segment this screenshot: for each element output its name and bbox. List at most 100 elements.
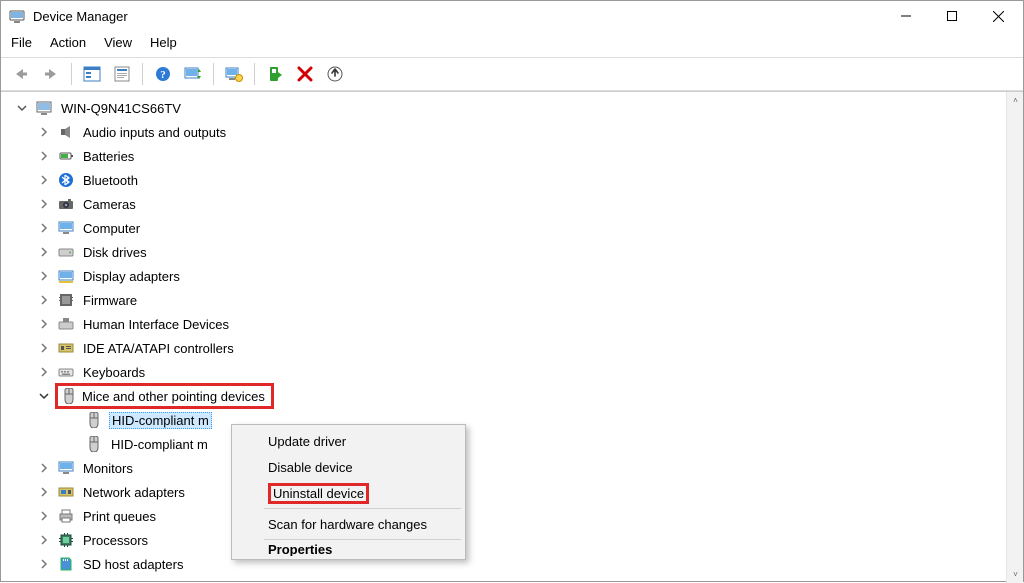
expand-icon[interactable] [37,247,51,257]
toolbar: ? [1,57,1023,91]
showhide-console-tree-button[interactable] [78,61,106,87]
ctx-uninstall-device[interactable]: Uninstall device [234,480,463,506]
printer-icon [57,507,75,525]
ctx-item-label: Uninstall device [268,483,369,504]
menu-view[interactable]: View [104,35,132,51]
enable-device-button[interactable] [261,61,289,87]
expand-icon[interactable] [37,271,51,281]
tree-root-label: WIN-Q9N41CS66TV [59,101,183,116]
battery-icon [57,147,75,165]
tree-category-label: Computer [81,221,142,236]
tree-category[interactable]: Display adapters [7,264,1023,288]
tree-category-label: SD host adapters [81,557,185,572]
tree-category[interactable]: IDE ATA/ATAPI controllers [7,336,1023,360]
forward-button[interactable] [37,61,65,87]
tree-category[interactable]: Processors [7,528,1023,552]
toolbar-divider [254,63,255,85]
tree-category[interactable]: Keyboards [7,360,1023,384]
ctx-update-driver[interactable]: Update driver [234,428,463,454]
menu-bar: File Action View Help [1,31,1023,57]
tree-device-label: HID-compliant m [109,412,212,429]
expand-icon[interactable] [37,151,51,161]
context-menu-separator [264,508,461,509]
ctx-item-label: Scan for hardware changes [268,517,427,532]
ctx-disable-device[interactable]: Disable device [234,454,463,480]
tree-category[interactable]: Monitors [7,456,1023,480]
tree-category[interactable]: Mice and other pointing devices [7,384,1023,408]
update-display-button[interactable] [220,61,248,87]
expand-icon[interactable] [37,127,51,137]
expand-icon[interactable] [37,367,51,377]
speaker-icon [57,123,75,141]
expand-icon[interactable] [37,487,51,497]
tree-category[interactable]: Audio inputs and outputs [7,120,1023,144]
help-button[interactable]: ? [149,61,177,87]
scan-hardware-button[interactable] [179,61,207,87]
tree-category-label: Cameras [81,197,138,212]
tree-category[interactable]: SD host adapters [7,552,1023,576]
menu-action[interactable]: Action [50,35,86,51]
collapse-icon[interactable] [37,391,51,401]
tree-category[interactable]: Batteries [7,144,1023,168]
device-tree[interactable]: WIN-Q9N41CS66TV Audio inputs and outputs… [1,92,1023,580]
mouse-icon [85,435,103,453]
tree-category[interactable]: Firmware [7,288,1023,312]
tree-device[interactable]: HID-compliant m [7,408,1023,432]
tree-category-label: Firmware [81,293,139,308]
expand-icon[interactable] [37,223,51,233]
menu-help[interactable]: Help [150,35,177,51]
keyboard-icon [57,363,75,381]
expand-icon[interactable] [37,319,51,329]
expand-icon[interactable] [37,199,51,209]
expand-icon[interactable] [37,295,51,305]
camera-icon [57,195,75,213]
scroll-down-arrow-icon[interactable]: ˅ [1007,566,1023,583]
window-title: Device Manager [33,9,883,24]
svg-text:?: ? [160,69,166,81]
back-button[interactable] [7,61,35,87]
maximize-button[interactable] [929,1,975,31]
toolbar-divider [213,63,214,85]
tree-category[interactable]: Bluetooth [7,168,1023,192]
expand-icon[interactable] [37,535,51,545]
processor-icon [57,531,75,549]
device-manager-app-icon [9,8,25,24]
menu-file[interactable]: File [11,35,32,51]
tree-root[interactable]: WIN-Q9N41CS66TV [7,96,1023,120]
expand-icon[interactable] [37,175,51,185]
ctx-scan-hardware[interactable]: Scan for hardware changes [234,511,463,537]
tree-category-label: IDE ATA/ATAPI controllers [81,341,236,356]
tree-category-label: Network adapters [81,485,187,500]
tree-category[interactable]: Network adapters [7,480,1023,504]
mouse-icon [85,411,103,429]
vertical-scrollbar[interactable]: ˄ ˅ [1006,92,1023,583]
tree-device-label: HID-compliant m [109,437,210,452]
uninstall-device-button[interactable] [291,61,319,87]
close-button[interactable] [975,1,1021,31]
update-driver-button[interactable] [321,61,349,87]
ctx-properties[interactable]: Properties [234,542,463,556]
expand-icon[interactable] [37,343,51,353]
tree-category-label: Mice and other pointing devices [80,389,267,404]
expand-icon[interactable] [37,559,51,569]
tree-category[interactable]: Computer [7,216,1023,240]
tree-category[interactable]: Disk drives [7,240,1023,264]
mouse-icon [60,387,78,405]
scroll-up-arrow-icon[interactable]: ˄ [1007,92,1023,109]
ctx-item-label: Disable device [268,460,353,475]
tree-device[interactable]: HID-compliant m [7,432,1023,456]
properties-button[interactable] [108,61,136,87]
minimize-button[interactable] [883,1,929,31]
ide-controller-icon [57,339,75,357]
disk-drive-icon [57,243,75,261]
tree-category[interactable]: Cameras [7,192,1023,216]
expand-icon[interactable] [37,511,51,521]
tree-category-label: Keyboards [81,365,147,380]
expand-icon[interactable] [37,463,51,473]
tree-category-label: Human Interface Devices [81,317,231,332]
tree-category[interactable]: Human Interface Devices [7,312,1023,336]
tree-category-label: Display adapters [81,269,182,284]
collapse-icon[interactable] [15,103,29,113]
toolbar-divider [71,63,72,85]
tree-category[interactable]: Print queues [7,504,1023,528]
